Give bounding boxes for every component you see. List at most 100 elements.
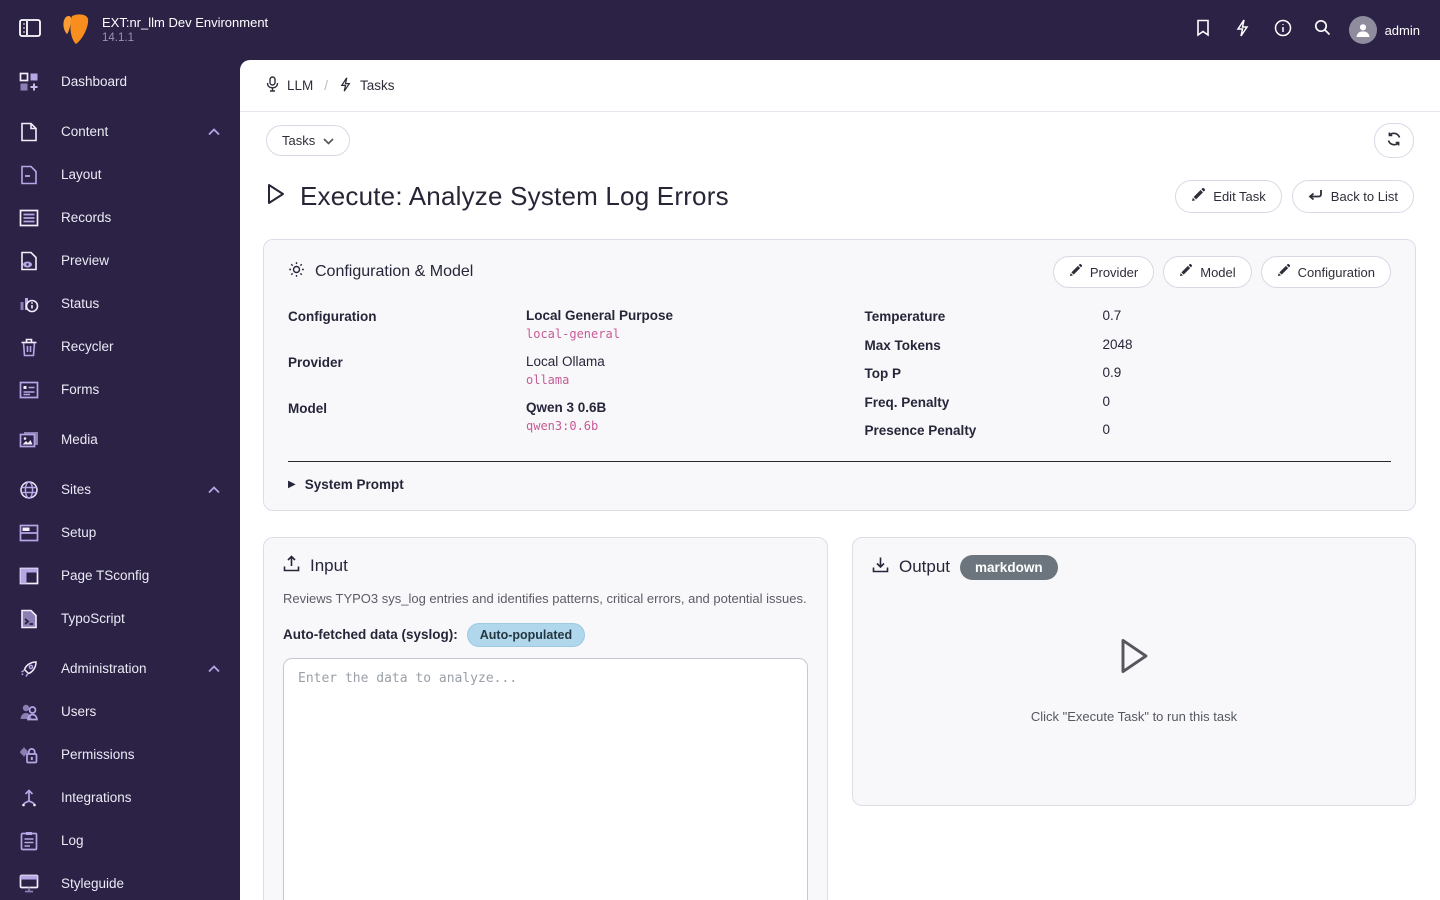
media-icon bbox=[18, 429, 40, 451]
field-label: Freq. Penalty bbox=[864, 394, 950, 410]
auto-populated-badge: Auto-populated bbox=[466, 622, 586, 647]
field-value: 0.9 bbox=[1102, 365, 1122, 380]
breadcrumb-llm[interactable]: LLM bbox=[266, 76, 313, 95]
log-icon bbox=[18, 830, 40, 852]
sidebar-item-label: Layout bbox=[61, 167, 102, 182]
return-arrow-icon bbox=[1308, 189, 1323, 205]
sidebar-item-permissions[interactable]: Permissions bbox=[0, 733, 240, 776]
edit-configuration-button[interactable]: Configuration bbox=[1260, 256, 1391, 288]
shortcut-button[interactable] bbox=[1223, 10, 1263, 50]
page-title: Execute: Analyze System Log Errors bbox=[300, 181, 729, 211]
status-icon bbox=[18, 293, 40, 315]
tasks-dropdown[interactable]: Tasks bbox=[266, 124, 351, 156]
lightning-icon bbox=[1235, 19, 1250, 42]
edit-model-label: Model bbox=[1200, 264, 1236, 280]
sidebar-item-media[interactable]: Media bbox=[0, 418, 240, 461]
breadcrumb-module-label: LLM bbox=[287, 78, 314, 93]
sidebar-item-administration[interactable]: Administration bbox=[0, 647, 240, 690]
sidebar-item-content[interactable]: Content bbox=[0, 110, 240, 153]
breadcrumb-separator: / bbox=[324, 78, 329, 93]
page-title-row: Execute: Analyze System Log Errors Edit … bbox=[240, 180, 1440, 213]
avatar bbox=[1348, 16, 1377, 44]
field-value: 0 bbox=[1102, 393, 1111, 409]
back-to-list-label: Back to List bbox=[1330, 189, 1398, 204]
sidebar-item-label: Styleguide bbox=[61, 876, 125, 891]
chevron-down-icon bbox=[323, 133, 334, 148]
sidebar-item-records[interactable]: Records bbox=[0, 196, 240, 239]
edit-provider-button[interactable]: Provider bbox=[1052, 256, 1155, 288]
dashboard-icon bbox=[18, 71, 40, 93]
typo3-logo bbox=[58, 13, 90, 47]
bookmark-button[interactable] bbox=[1183, 10, 1223, 50]
sidebar-item-users[interactable]: Users bbox=[0, 690, 240, 733]
gear-icon bbox=[288, 261, 305, 283]
info-button[interactable] bbox=[1263, 10, 1303, 50]
field-top-p: Top P 0.9 bbox=[865, 365, 1392, 381]
sidebar-item-page-tsconfig[interactable]: Page TSconfig bbox=[0, 554, 240, 597]
styleguide-icon bbox=[18, 873, 40, 895]
data-input-textarea[interactable] bbox=[283, 657, 808, 900]
chevron-up-icon bbox=[208, 127, 220, 136]
preview-icon bbox=[18, 250, 40, 272]
search-button[interactable] bbox=[1303, 10, 1343, 50]
recycler-trash-icon bbox=[18, 336, 40, 358]
layout-icon bbox=[18, 164, 40, 186]
sidebar-item-layout[interactable]: Layout bbox=[0, 153, 240, 196]
sidebar-item-label: Content bbox=[61, 124, 109, 139]
content-area: LLM / Tasks Tasks Execute: Analyze Syste… bbox=[240, 60, 1440, 900]
sidebar-item-recycler[interactable]: Recycler bbox=[0, 325, 240, 368]
sidebar-toggle-button[interactable] bbox=[16, 16, 44, 44]
sidebar-item-label: Forms bbox=[61, 382, 100, 397]
sidebar-item-label: Status bbox=[61, 296, 100, 311]
tasks-lightning-icon bbox=[339, 76, 352, 95]
output-panel: Output markdown Click "Execute Task" to … bbox=[852, 536, 1416, 806]
sidebar-item-label: Recycler bbox=[61, 339, 114, 354]
sidebar-item-label: TypoScript bbox=[61, 611, 125, 626]
rocket-icon bbox=[18, 658, 40, 680]
system-prompt-toggle[interactable]: ▶ System Prompt bbox=[288, 462, 1391, 500]
lock-icon bbox=[18, 744, 40, 766]
content-icon bbox=[18, 121, 40, 143]
sidebar-item-preview[interactable]: Preview bbox=[0, 239, 240, 282]
sidebar-item-label: Records bbox=[61, 210, 112, 225]
globe-icon bbox=[18, 479, 40, 501]
sidebar-toggle-icon bbox=[19, 18, 41, 42]
back-to-list-button[interactable]: Back to List bbox=[1291, 180, 1414, 213]
field-label: Provider bbox=[288, 355, 343, 370]
field-model: Model Qwen 3 0.6B qwen3:0.6b bbox=[288, 400, 815, 433]
field-freq-penalty: Freq. Penalty 0 bbox=[865, 394, 1392, 410]
refresh-button[interactable] bbox=[1374, 122, 1414, 158]
sidebar-item-sites[interactable]: Sites bbox=[0, 468, 240, 511]
download-icon bbox=[872, 556, 889, 578]
search-icon bbox=[1314, 19, 1331, 41]
edit-provider-label: Provider bbox=[1089, 264, 1139, 280]
breadcrumb-page-label: Tasks bbox=[360, 78, 395, 93]
sidebar-item-setup[interactable]: Setup bbox=[0, 511, 240, 554]
user-menu[interactable]: admin bbox=[1348, 16, 1420, 44]
field-label: Max Tokens bbox=[864, 337, 941, 353]
output-panel-title: Output bbox=[899, 557, 951, 576]
sidebar: Dashboard Content Layout Records Preview… bbox=[0, 60, 240, 900]
sidebar-item-typoscript[interactable]: TypoScript bbox=[0, 597, 240, 640]
sidebar-item-label: Dashboard bbox=[61, 74, 128, 89]
sidebar-item-label: Setup bbox=[61, 525, 97, 540]
edit-configuration-label: Configuration bbox=[1297, 264, 1375, 280]
sidebar-item-label: Sites bbox=[61, 482, 92, 497]
sidebar-item-log[interactable]: Log bbox=[0, 819, 240, 862]
sidebar-item-styleguide[interactable]: Styleguide bbox=[0, 862, 240, 900]
edit-model-button[interactable]: Model bbox=[1163, 256, 1252, 288]
system-prompt-label: System Prompt bbox=[304, 476, 404, 492]
triangle-right-icon: ▶ bbox=[288, 478, 296, 490]
edit-task-button[interactable]: Edit Task bbox=[1175, 180, 1282, 213]
sidebar-item-status[interactable]: Status bbox=[0, 282, 240, 325]
play-outline-icon bbox=[1115, 634, 1153, 683]
output-empty-message: Click "Execute Task" to run this task bbox=[1030, 708, 1238, 724]
sidebar-item-integrations[interactable]: Integrations bbox=[0, 776, 240, 819]
output-format-badge: markdown bbox=[960, 554, 1058, 580]
field-label: Temperature bbox=[864, 309, 946, 324]
sidebar-item-dashboard[interactable]: Dashboard bbox=[0, 60, 240, 103]
config-panel-title: Configuration & Model bbox=[315, 263, 474, 280]
sidebar-item-label: Media bbox=[61, 432, 98, 447]
sidebar-item-forms[interactable]: Forms bbox=[0, 368, 240, 411]
breadcrumb-tasks[interactable]: Tasks bbox=[339, 76, 395, 95]
